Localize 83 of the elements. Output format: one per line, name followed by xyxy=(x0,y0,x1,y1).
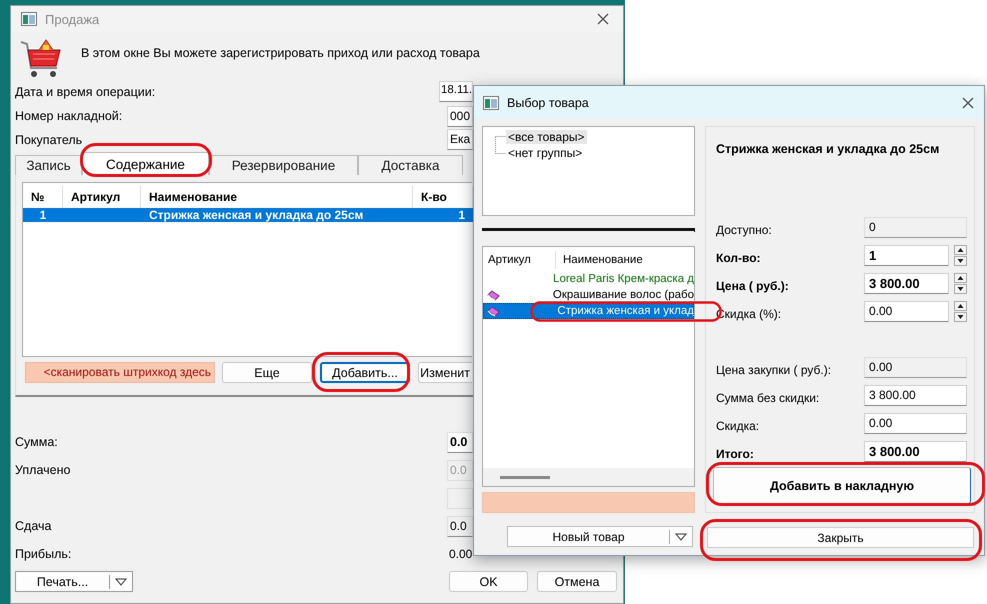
spin-up-icon xyxy=(954,272,967,282)
column-header: Артикул xyxy=(483,251,556,269)
field-label: Доступно: xyxy=(716,223,772,237)
tree-lines xyxy=(495,136,506,154)
tree-node[interactable]: <все товары> xyxy=(506,130,587,144)
field-label: Кол-во: xyxy=(716,251,761,265)
input-field[interactable]: 18.11. xyxy=(439,81,473,102)
caret-icon xyxy=(115,578,127,586)
field-label: Итого: xyxy=(716,447,754,461)
input-field[interactable]: Ека xyxy=(447,129,473,150)
total-label: Уплачено xyxy=(15,463,70,477)
table-cell: 1 xyxy=(40,208,46,222)
input-field[interactable]: 0.00 xyxy=(864,412,967,434)
column-header: Наименование xyxy=(149,190,238,204)
list-row[interactable]: Окрашивание волос (рабо xyxy=(483,287,694,303)
field-label: Скидка: xyxy=(716,419,760,433)
total-label: Сумма: xyxy=(15,435,58,449)
spin-up-icon xyxy=(954,244,967,254)
input-field[interactable]: 3 800.00 xyxy=(864,384,967,406)
field-label: Цена закупки ( руб.): xyxy=(716,363,832,377)
table-cell: Стрижка женская и укладка до 25см xyxy=(149,208,364,222)
total-field: 0.0 xyxy=(447,460,473,480)
ok-button[interactable]: OK xyxy=(449,571,528,592)
total-value: 0.00 xyxy=(448,546,473,563)
table-cell: 1 xyxy=(458,208,465,222)
window-icon xyxy=(483,96,499,110)
field-label: Дата и время операции: xyxy=(15,84,156,98)
eraser-icon xyxy=(487,306,500,316)
tab[interactable]: Резервирование xyxy=(209,155,358,175)
column-header: № xyxy=(31,190,44,204)
print-button[interactable]: Печать... xyxy=(15,571,133,592)
button[interactable]: Добавить... xyxy=(320,362,410,383)
spin-up-icon xyxy=(954,300,967,310)
barcode-field[interactable]: <сканировать штрихкод здесь xyxy=(25,362,215,383)
spin-down-icon xyxy=(954,256,967,266)
field-label: Цена ( руб.): xyxy=(716,279,789,293)
list-row[interactable]: Loreal Paris Крем-краска д xyxy=(483,271,694,287)
total-label: Сдача xyxy=(15,519,52,533)
input-field[interactable]: 3 800.00 xyxy=(864,440,967,462)
input-field[interactable] xyxy=(482,492,695,513)
cancel-button[interactable]: Отмена xyxy=(537,571,617,592)
tab[interactable]: Запись xyxy=(15,155,82,175)
caret-icon xyxy=(675,532,687,540)
add-to-invoice-button[interactable]: Добавить в накладную xyxy=(713,467,971,504)
close-icon xyxy=(597,13,609,25)
field-label: Сумма без скидки: xyxy=(716,391,820,405)
new-item-button[interactable]: Новый товар xyxy=(507,526,693,547)
product-title: Стрижка женская и укладка до 25см xyxy=(716,142,940,158)
window-title: Выбор товара xyxy=(507,96,589,110)
readonly-field: 0 xyxy=(864,216,967,238)
scrollbar xyxy=(500,476,550,478)
info-text: В этом окне Вы можете зарегистрировать приход или расход товара xyxy=(81,46,480,62)
column-header: К-во xyxy=(421,190,447,204)
close-icon xyxy=(962,96,974,108)
window-title: Продажа xyxy=(45,12,100,26)
window-icon xyxy=(21,12,37,26)
tab[interactable]: Доставка xyxy=(358,155,463,175)
input-field[interactable]: 000 xyxy=(447,106,473,126)
tab[interactable]: Содержание xyxy=(82,152,209,175)
list-row[interactable]: Стрижка женская и уклад xyxy=(483,303,694,319)
total-field: 0.0 xyxy=(447,432,473,452)
column-header: Артикул xyxy=(71,190,120,204)
spin-down-icon xyxy=(954,284,967,294)
close-button[interactable]: Закрыть xyxy=(707,527,974,548)
list-cell: Окрашивание волос (рабо xyxy=(552,288,694,302)
table-row[interactable]: 1 Стрижка женская и укладка до 25см 1 xyxy=(23,208,473,222)
total-label: Прибыль: xyxy=(15,547,72,561)
field-label: Номер накладной: xyxy=(15,109,122,123)
input-field[interactable]: 3 800.00 xyxy=(864,272,949,294)
button[interactable]: Еще xyxy=(222,362,312,383)
input-field[interactable]: 1 xyxy=(864,244,949,266)
input-field[interactable] xyxy=(447,488,473,508)
field-label: Покупатель xyxy=(15,132,82,146)
input-field[interactable]: 0.00 xyxy=(864,300,949,322)
list-cell: Стрижка женская и уклад xyxy=(557,304,694,318)
list-cell: Loreal Paris Крем-краска д xyxy=(553,272,694,286)
readonly-field: 0.00 xyxy=(864,356,967,378)
eraser-icon xyxy=(487,290,500,300)
column-header: Наименование xyxy=(562,254,643,266)
total-field: 0.0 xyxy=(447,516,473,536)
tree-node[interactable]: <нет группы> xyxy=(506,146,584,160)
spin-down-icon xyxy=(954,312,967,322)
button[interactable]: Изменит xyxy=(418,362,472,383)
